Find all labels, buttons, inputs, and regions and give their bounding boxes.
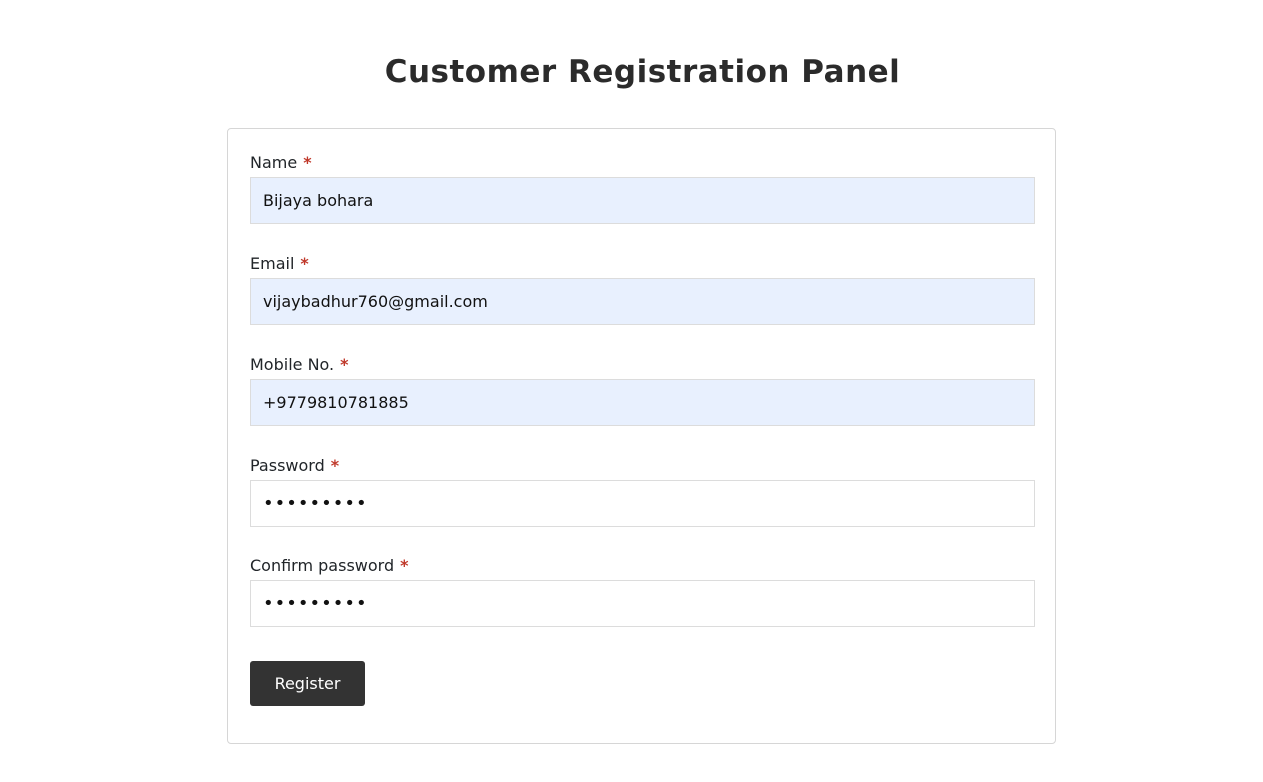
name-field-group: Name *: [250, 153, 1035, 224]
password-field-group: Password *: [250, 456, 1035, 527]
name-label: Name *: [250, 153, 1035, 173]
required-mark: *: [330, 456, 340, 475]
required-mark: *: [303, 153, 312, 172]
confirm-password-label-text: Confirm password: [250, 556, 395, 575]
mobile-field-group: Mobile No. *: [250, 355, 1035, 426]
email-label: Email *: [250, 254, 1035, 274]
name-label-text: Name: [250, 153, 298, 172]
password-label-text: Password: [250, 456, 325, 475]
email-field-group: Email *: [250, 254, 1035, 325]
page-title: Customer Registration Panel: [384, 54, 901, 90]
confirm-password-field-group: Confirm password *: [250, 556, 1035, 627]
email-input[interactable]: [250, 278, 1035, 325]
required-mark: *: [340, 355, 349, 374]
mobile-label: Mobile No. *: [250, 355, 1035, 375]
name-input[interactable]: [250, 177, 1035, 224]
register-button[interactable]: Register: [250, 661, 365, 706]
registration-form: Name * Email * Mobile No. * Password * Confi…: [227, 128, 1056, 744]
email-label-text: Email: [250, 254, 295, 273]
confirm-password-label: Confirm password *: [250, 556, 1035, 576]
confirm-password-input[interactable]: [250, 580, 1035, 627]
mobile-input[interactable]: [250, 379, 1035, 426]
password-label: Password *: [250, 456, 1035, 476]
required-mark: *: [400, 556, 409, 575]
mobile-label-text: Mobile No.: [250, 355, 335, 374]
password-input[interactable]: [250, 480, 1035, 527]
required-mark: *: [300, 254, 309, 273]
